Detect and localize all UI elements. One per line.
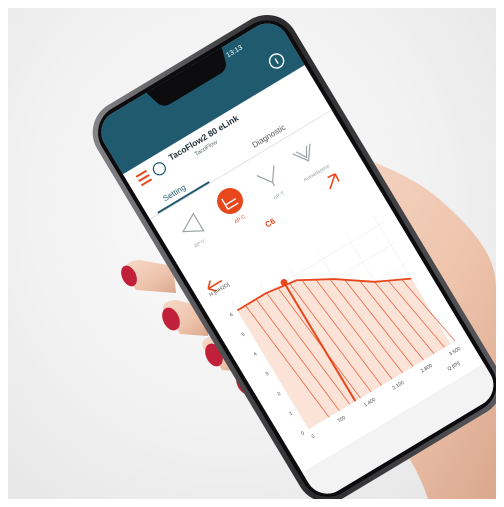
scene: 13:13 TacoFlow2 80 eLink TacoFlow Settin… [92,14,496,499]
photo-background: 13:13 TacoFlow2 80 eLink TacoFlow Settin… [8,8,496,499]
